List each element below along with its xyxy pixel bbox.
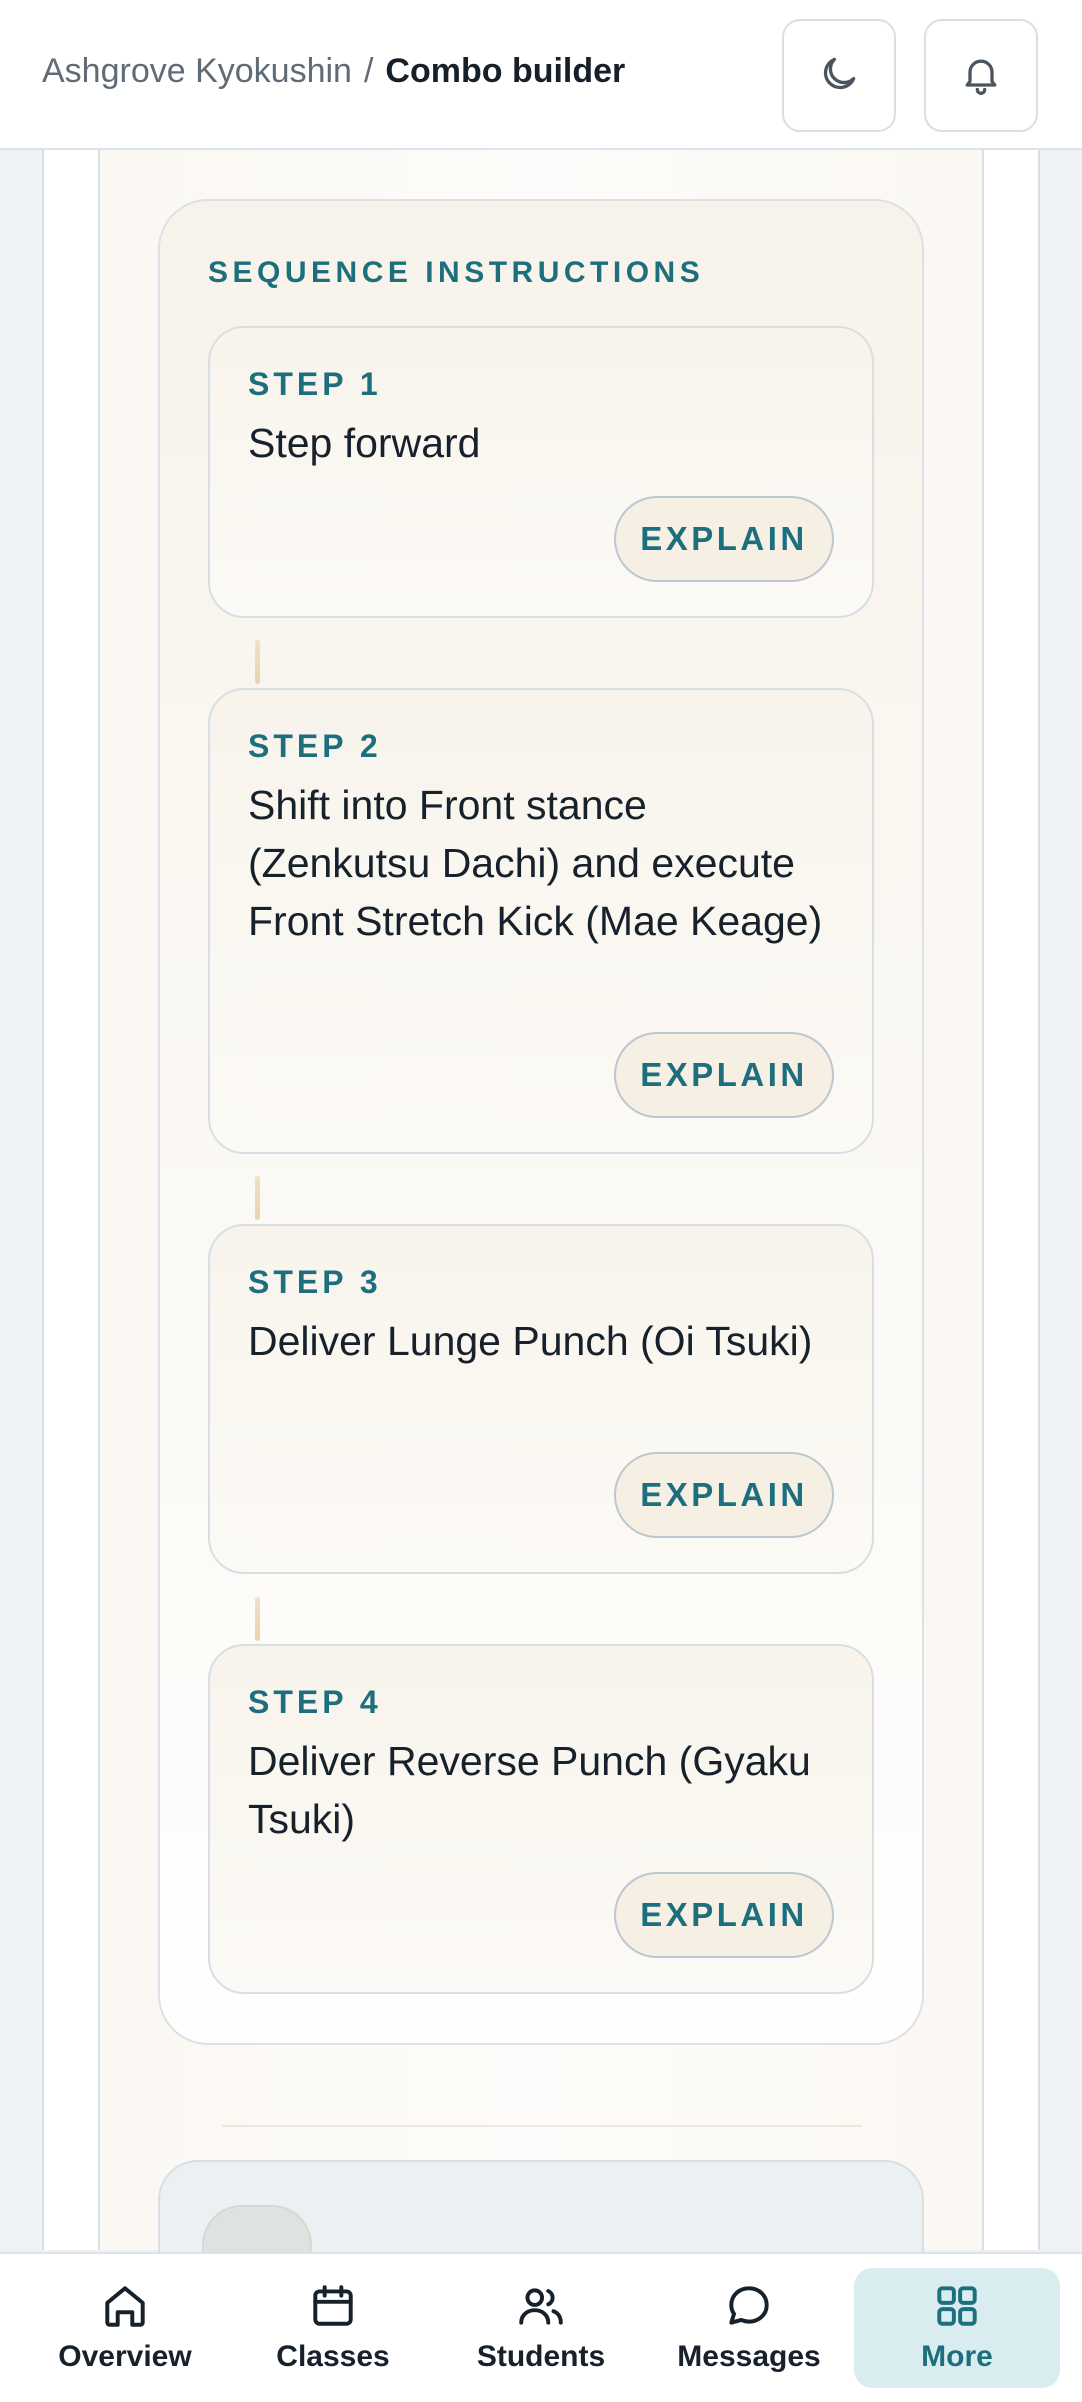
- step-text: Step forward: [248, 420, 481, 466]
- step-label: STEP 3: [248, 1264, 382, 1300]
- step-text: Deliver Reverse Punch (Gyaku Tsuki): [248, 1738, 811, 1842]
- step-connector: [255, 1597, 260, 1641]
- breadcrumb-separator: /: [363, 52, 374, 90]
- nav-label: Students: [476, 2340, 606, 2373]
- nav-label: More: [921, 2340, 993, 2373]
- nav-item-overview[interactable]: Overview: [22, 2268, 228, 2388]
- nav-item-classes[interactable]: Classes: [230, 2268, 436, 2388]
- theme-toggle-button[interactable]: [782, 19, 896, 132]
- bell-icon: [959, 52, 1003, 99]
- step-card: STEP 4 Deliver Reverse Punch (Gyaku Tsuk…: [208, 1644, 874, 1994]
- step-label: STEP 2: [248, 728, 382, 764]
- top-header: Ashgrove Kyokushin / Combo builder: [0, 0, 1082, 150]
- nav-item-messages[interactable]: Messages: [646, 2268, 852, 2388]
- nav-label: Overview: [58, 2340, 192, 2373]
- step-card: STEP 3 Deliver Lunge Punch (Oi Tsuki) EX…: [208, 1224, 874, 1574]
- breadcrumb-current: Combo builder: [385, 52, 626, 90]
- step-text: Deliver Lunge Punch (Oi Tsuki): [248, 1318, 813, 1364]
- bottom-nav: Overview Classes Students Messages More: [0, 2252, 1082, 2402]
- step-text: Shift into Front stance (Zenkutsu Dachi)…: [248, 782, 823, 944]
- nav-item-students[interactable]: Students: [438, 2268, 644, 2388]
- explain-button[interactable]: EXPLAIN: [614, 1872, 834, 1958]
- step-connector: [255, 640, 260, 684]
- step-connector: [255, 1176, 260, 1220]
- grid-icon: [932, 2278, 982, 2334]
- step-card: STEP 1 Step forward EXPLAIN: [208, 326, 874, 618]
- sequence-title: SEQUENCE INSTRUCTIONS: [208, 256, 705, 289]
- step-label: STEP 1: [248, 366, 382, 402]
- nav-label: Messages: [677, 2340, 821, 2373]
- breadcrumb-parent[interactable]: Ashgrove Kyokushin: [42, 52, 352, 90]
- explain-button[interactable]: EXPLAIN: [614, 1452, 834, 1538]
- home-icon: [100, 2278, 150, 2334]
- breadcrumb: Ashgrove Kyokushin / Combo builder: [42, 52, 625, 91]
- chat-icon: [724, 2278, 774, 2334]
- nav-item-more[interactable]: More: [854, 2268, 1060, 2388]
- step-card: STEP 2 Shift into Front stance (Zenkutsu…: [208, 688, 874, 1154]
- users-icon: [516, 2278, 566, 2334]
- nav-label: Classes: [276, 2340, 390, 2373]
- app-page: Ashgrove Kyokushin / Combo builder SEQUENC…: [0, 0, 1082, 2402]
- explain-button[interactable]: EXPLAIN: [614, 1032, 834, 1118]
- calendar-icon: [308, 2278, 358, 2334]
- moon-icon: [817, 52, 861, 99]
- section-divider: [222, 2125, 862, 2127]
- notifications-button[interactable]: [924, 19, 1038, 132]
- step-label: STEP 4: [248, 1684, 382, 1720]
- explain-button[interactable]: EXPLAIN: [614, 496, 834, 582]
